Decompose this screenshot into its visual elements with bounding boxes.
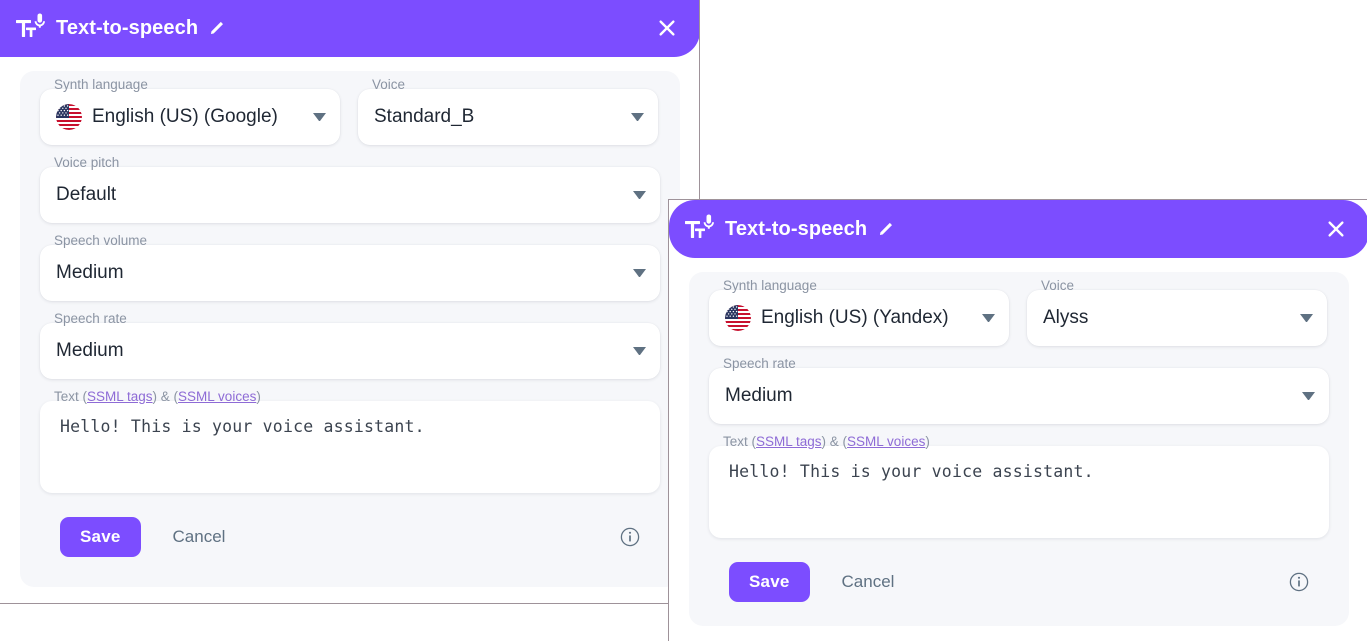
- screen: Text-to-speech Synth language English (U…: [0, 0, 1367, 641]
- text-to-speech-icon: [683, 212, 717, 246]
- dialog-titlebar: Text-to-speech: [669, 200, 1367, 258]
- ssml-voices-link[interactable]: SSML voices: [178, 389, 256, 404]
- chevron-down-icon: [633, 191, 646, 199]
- voice-pitch-value: Default: [56, 184, 117, 205]
- chevron-down-icon: [633, 347, 646, 355]
- chevron-down-icon: [631, 113, 644, 121]
- speech-volume-select[interactable]: Speech volume Medium: [40, 234, 660, 301]
- text-to-speech-dialog-secondary: Text-to-speech Synth language English (U…: [668, 199, 1367, 641]
- cancel-button[interactable]: Cancel: [163, 517, 236, 557]
- settings-panel: Synth language: [20, 71, 680, 587]
- text-input-value: Hello! This is your voice assistant.: [60, 417, 425, 436]
- ssml-voices-link[interactable]: SSML voices: [847, 434, 925, 449]
- chevron-down-icon: [633, 269, 646, 277]
- field-row-1: Synth language: [709, 279, 1329, 368]
- voice-pitch-select[interactable]: Voice pitch Default: [40, 156, 660, 223]
- dialog-title: Text-to-speech: [725, 217, 868, 240]
- text-input-label: Text (SSML tags) & (SSML voices): [723, 435, 930, 449]
- dialog-actions: Save Cancel: [40, 511, 660, 557]
- text-input-value: Hello! This is your voice assistant.: [729, 462, 1094, 481]
- cancel-button[interactable]: Cancel: [832, 562, 905, 602]
- dialog-actions: Save Cancel: [709, 556, 1329, 602]
- save-button[interactable]: Save: [729, 562, 810, 602]
- synth-language-value: English (US) (Google): [92, 106, 278, 127]
- close-icon[interactable]: [652, 13, 682, 43]
- text-label-middle: ) & (: [821, 434, 848, 449]
- text-label-suffix: ): [925, 434, 930, 449]
- voice-select[interactable]: Voice Standard_B: [358, 78, 658, 145]
- pencil-icon[interactable]: [879, 221, 896, 238]
- speech-rate-select[interactable]: Speech rate Medium: [40, 312, 660, 379]
- text-to-speech-icon: [14, 11, 48, 45]
- voice-value: Standard_B: [374, 106, 475, 127]
- text-to-speech-dialog-primary: Text-to-speech Synth language English (U…: [0, 0, 700, 604]
- info-icon[interactable]: [620, 527, 640, 547]
- synth-language-label: Synth language: [54, 77, 148, 92]
- speech-rate-label: Speech rate: [54, 311, 127, 326]
- voice-pitch-label: Voice pitch: [54, 155, 120, 170]
- text-input[interactable]: Text (SSML tags) & (SSML voices) Hello! …: [40, 390, 660, 493]
- us-flag-icon: [725, 305, 751, 331]
- speech-rate-value: Medium: [56, 340, 124, 361]
- text-label-suffix: ): [256, 389, 261, 404]
- synth-language-select[interactable]: Synth language: [709, 279, 1009, 346]
- voice-select[interactable]: Voice Alyss: [1027, 279, 1327, 346]
- ssml-tags-link[interactable]: SSML tags: [87, 389, 153, 404]
- voice-label: Voice: [372, 77, 406, 92]
- synth-language-select[interactable]: Synth language: [40, 78, 340, 145]
- dialog-body: Synth language: [669, 258, 1367, 641]
- synth-language-label: Synth language: [723, 278, 817, 293]
- voice-value: Alyss: [1043, 307, 1089, 328]
- speech-rate-value: Medium: [725, 385, 793, 406]
- text-label-prefix: Text (: [54, 389, 88, 404]
- chevron-down-icon: [982, 314, 995, 322]
- chevron-down-icon: [313, 113, 326, 121]
- speech-rate-label: Speech rate: [723, 356, 796, 371]
- pencil-icon[interactable]: [210, 20, 227, 37]
- dialog-titlebar: Text-to-speech: [0, 0, 699, 57]
- text-input-label: Text (SSML tags) & (SSML voices): [54, 390, 261, 404]
- settings-panel: Synth language: [689, 272, 1349, 626]
- fields-container: Synth language: [689, 272, 1349, 602]
- chevron-down-icon: [1300, 314, 1313, 322]
- speech-volume-value: Medium: [56, 262, 124, 283]
- ssml-tags-link[interactable]: SSML tags: [756, 434, 822, 449]
- speech-volume-label: Speech volume: [54, 233, 148, 248]
- fields-container: Synth language: [20, 71, 680, 557]
- text-label-middle: ) & (: [152, 389, 179, 404]
- info-icon[interactable]: [1289, 572, 1309, 592]
- field-row-1: Synth language: [40, 78, 660, 167]
- close-icon[interactable]: [1321, 214, 1351, 244]
- us-flag-icon: [56, 104, 82, 130]
- save-button[interactable]: Save: [60, 517, 141, 557]
- dialog-body: Synth language: [0, 57, 699, 603]
- chevron-down-icon: [1302, 392, 1315, 400]
- synth-language-value: English (US) (Yandex): [761, 307, 949, 328]
- speech-rate-select[interactable]: Speech rate Medium: [709, 357, 1329, 424]
- dialog-title: Text-to-speech: [56, 16, 199, 39]
- voice-label: Voice: [1041, 278, 1075, 293]
- text-label-prefix: Text (: [723, 434, 757, 449]
- text-input[interactable]: Text (SSML tags) & (SSML voices) Hello! …: [709, 435, 1329, 538]
